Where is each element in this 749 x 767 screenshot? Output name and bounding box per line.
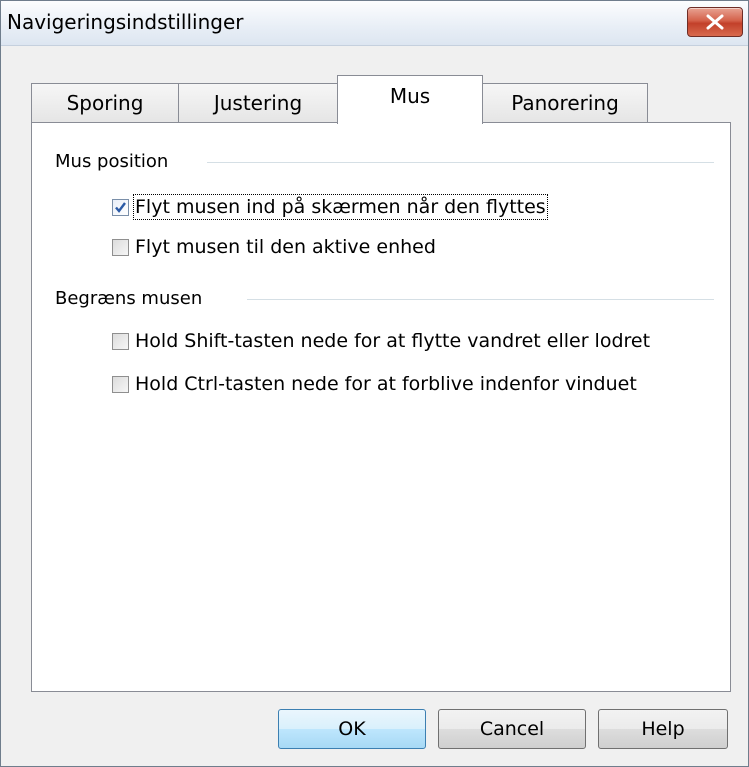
tab-justering[interactable]: Justering <box>178 83 338 123</box>
option-move-into-screen[interactable]: Flyt musen ind på skærmen når den flytte… <box>112 193 548 221</box>
checkmark-icon <box>115 201 126 213</box>
tab-panel-mus: Mus position Flyt musen ind på skærmen n… <box>31 122 731 692</box>
dialog-window: Navigeringsindstillinger Sporing Justeri… <box>0 0 749 767</box>
checkbox-unchecked[interactable] <box>112 238 129 256</box>
window-title: Navigeringsindstillinger <box>7 10 244 34</box>
cancel-button[interactable]: Cancel <box>438 709 586 749</box>
tab-sporing[interactable]: Sporing <box>31 83 179 123</box>
option-label: Hold Ctrl-tasten nede for at forblive in… <box>135 373 637 395</box>
group-divider <box>247 299 714 300</box>
checkbox-checked[interactable] <box>112 198 129 216</box>
checkbox-unchecked[interactable] <box>112 375 129 393</box>
tab-panorering[interactable]: Panorering <box>482 83 648 123</box>
help-button[interactable]: Help <box>598 709 728 749</box>
option-hold-shift[interactable]: Hold Shift-tasten nede for at flytte van… <box>112 327 650 355</box>
option-move-to-active-device[interactable]: Flyt musen til den aktive enhed <box>112 233 436 261</box>
ok-button[interactable]: OK <box>278 709 426 749</box>
option-label: Flyt musen ind på skærmen når den flytte… <box>133 194 548 220</box>
checkbox-unchecked[interactable] <box>112 332 129 350</box>
tab-strip: Sporing Justering Mus Panorering <box>1 45 748 124</box>
option-label: Hold Shift-tasten nede for at flytte van… <box>135 330 651 352</box>
title-bar: Navigeringsindstillinger <box>1 1 748 46</box>
option-hold-ctrl[interactable]: Hold Ctrl-tasten nede for at forblive in… <box>112 370 637 398</box>
tab-mus[interactable]: Mus <box>337 75 483 124</box>
group-label-mouse-position: Mus position <box>55 151 169 172</box>
close-button[interactable] <box>687 7 743 37</box>
group-label-limit-mouse: Begræns musen <box>55 288 203 309</box>
option-label: Flyt musen til den aktive enhed <box>135 236 436 258</box>
close-icon <box>706 14 724 30</box>
group-divider <box>207 162 714 163</box>
